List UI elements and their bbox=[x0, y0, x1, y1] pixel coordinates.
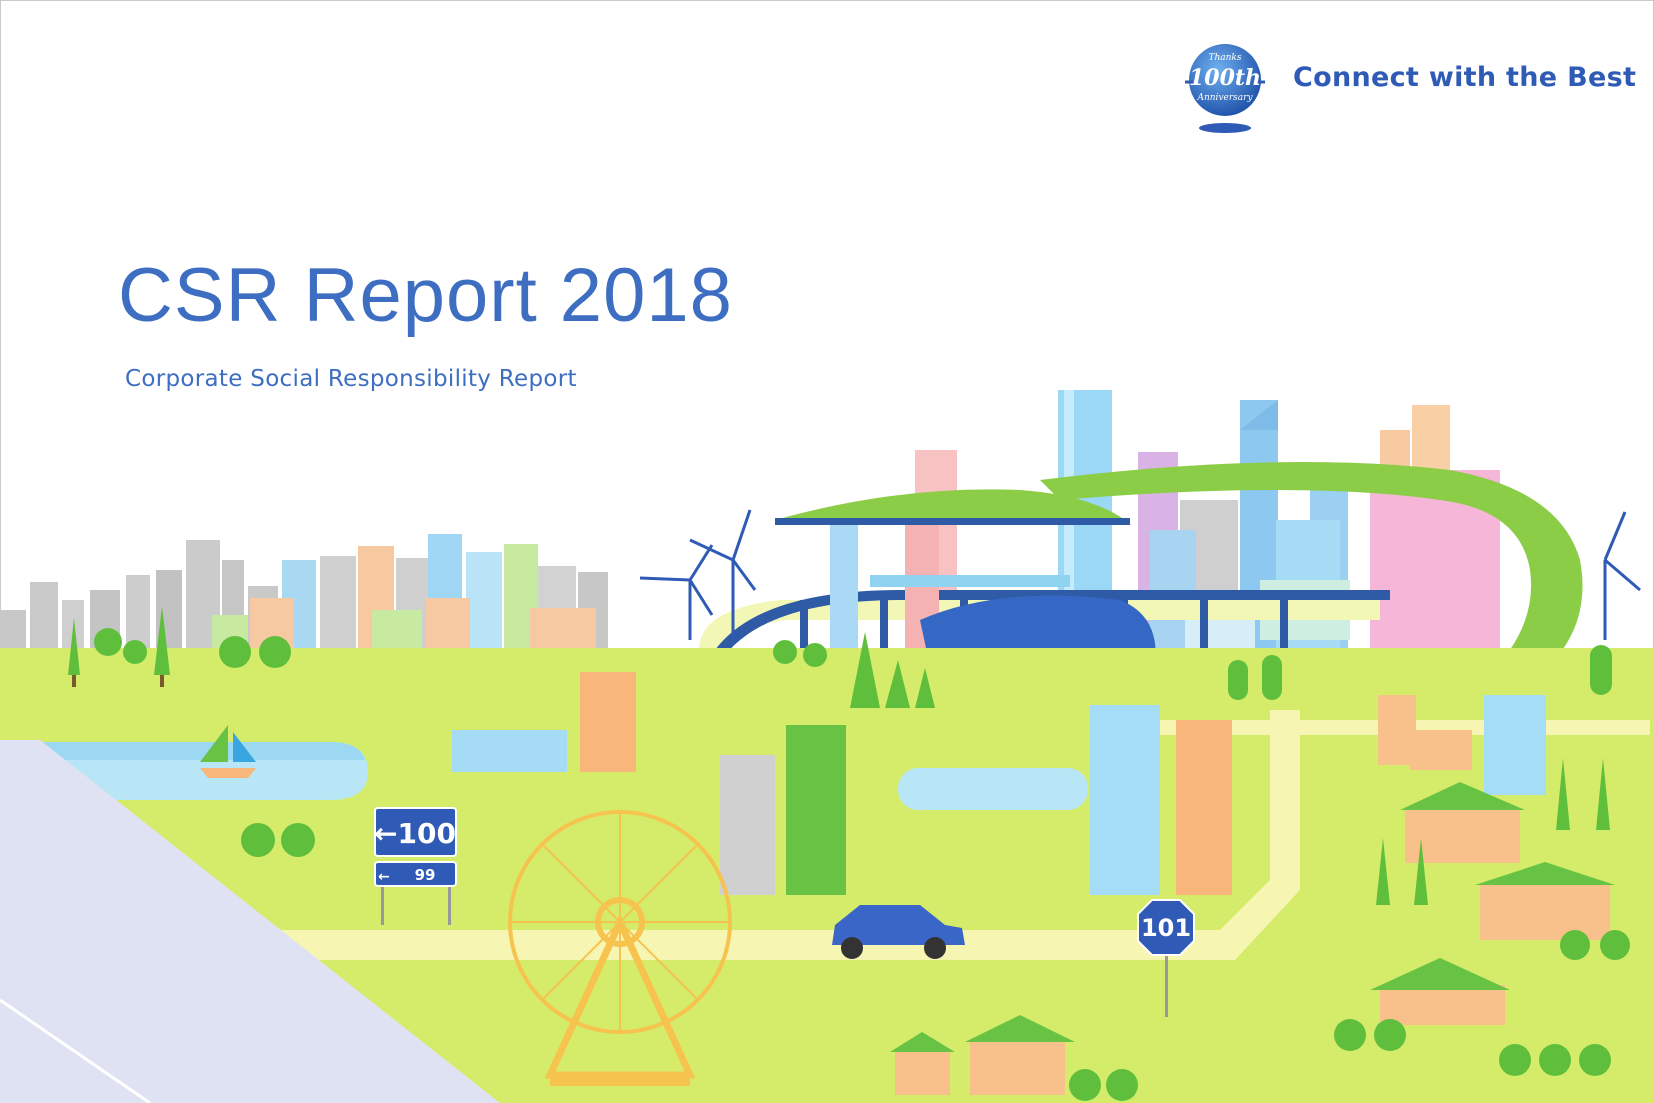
badge-number-text: 100th bbox=[1189, 65, 1261, 91]
sign-100-text: ←100 bbox=[374, 817, 456, 850]
badge-top-text: Thanks bbox=[1208, 53, 1241, 63]
brand-tagline: Connect with the Best bbox=[1293, 62, 1637, 93]
badge-bottom-text: Anniversary bbox=[1196, 93, 1253, 103]
report-title: CSR Report 2018 bbox=[118, 253, 733, 338]
arrow-left-icon: ← bbox=[378, 869, 390, 885]
brand-logo: Thanks 100th Anniversary Connect with th… bbox=[1185, 42, 1654, 142]
distant-skyline bbox=[0, 534, 608, 650]
report-subtitle: Corporate Social Responsibility Report bbox=[125, 366, 577, 392]
sign-99-text: 99 bbox=[415, 866, 436, 884]
route-101-text: 101 bbox=[1141, 914, 1191, 942]
city-illustration: ←100 ← 99 101 bbox=[0, 390, 1654, 1103]
anniversary-badge-icon: Thanks 100th Anniversary bbox=[1185, 44, 1265, 133]
